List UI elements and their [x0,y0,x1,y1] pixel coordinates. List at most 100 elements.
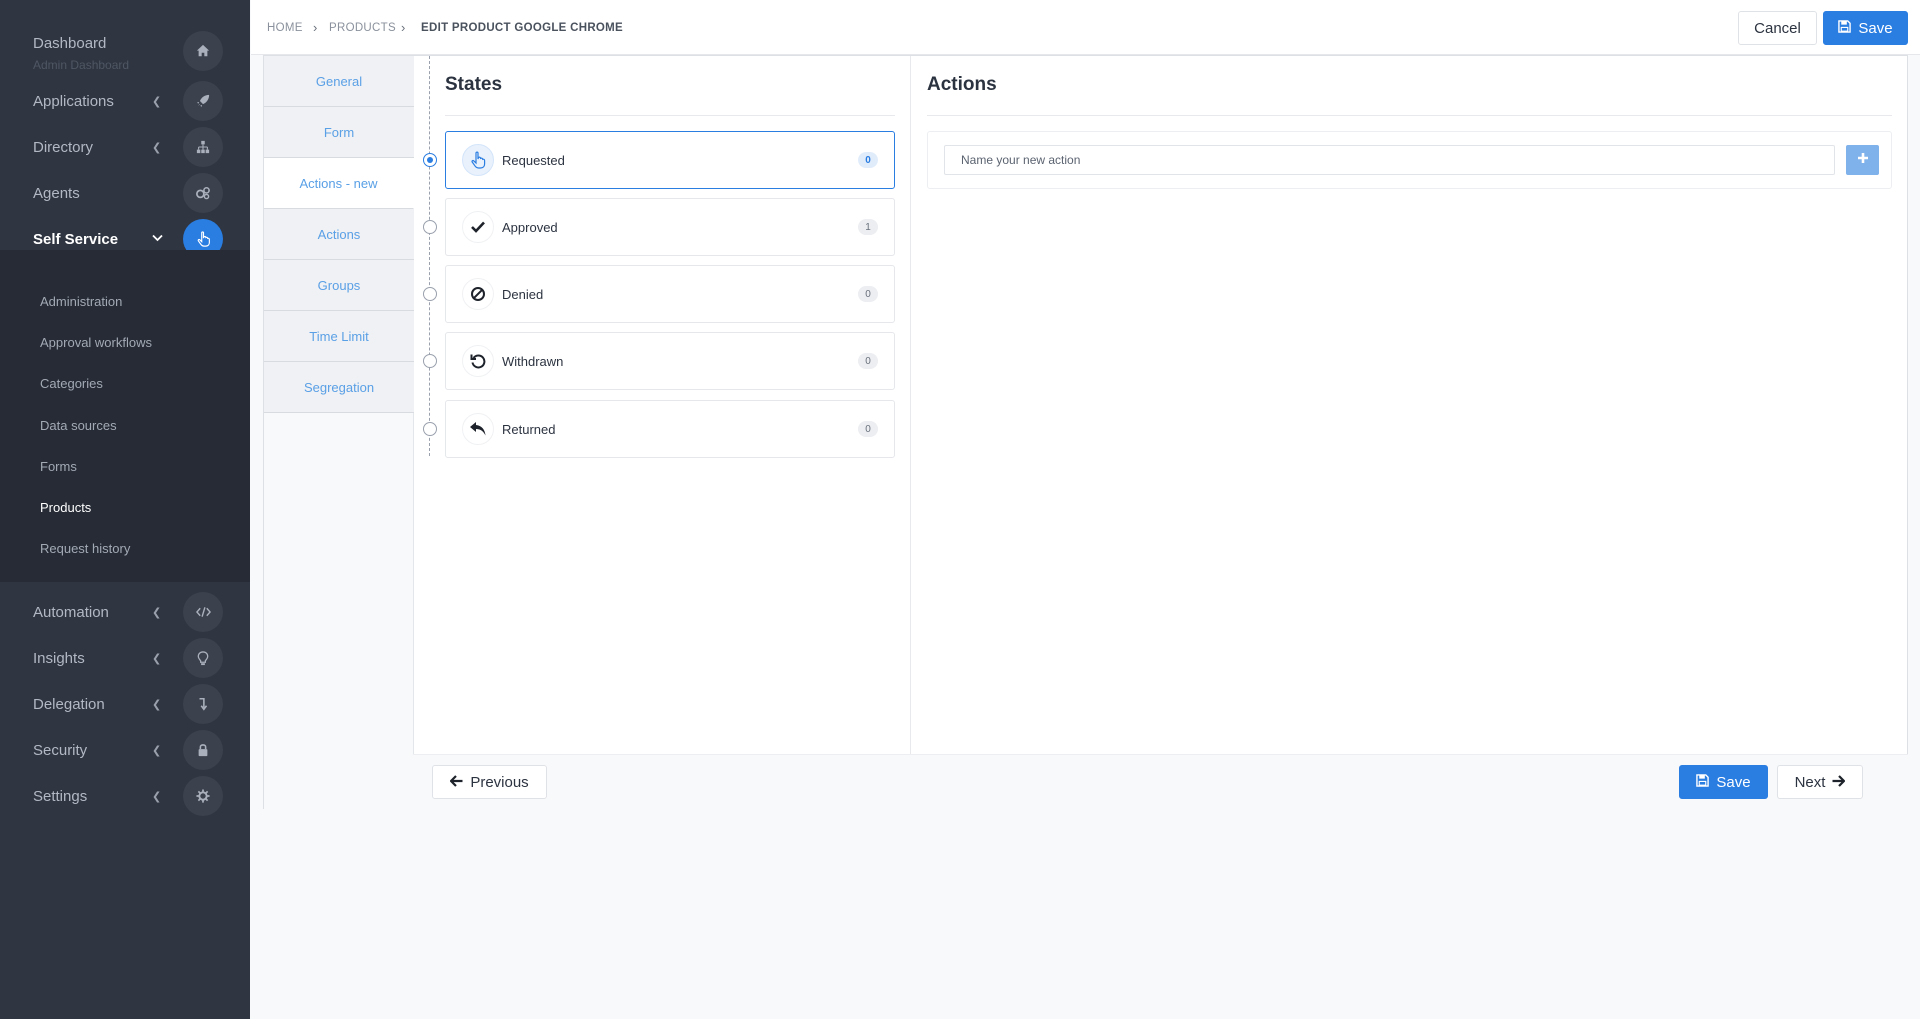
ban-icon [462,278,494,310]
states-panel: States Requested 0 Approved 1 Denied 0 W… [413,56,911,754]
footer-save-button[interactable]: Save [1679,765,1768,799]
arrow-left-icon [449,774,463,791]
cancel-button[interactable]: Cancel [1738,11,1817,45]
state-card-withdrawn[interactable]: Withdrawn 0 [445,332,895,390]
submenu-item-products[interactable]: Products [40,500,91,515]
submenu-item-approval-workflows[interactable]: Approval workflows [40,335,152,350]
tab-actions[interactable]: Actions [264,209,414,260]
new-action-row [927,131,1892,189]
sidebar-item-label: Insights [33,649,85,667]
chevron-left-icon: ❮ [152,652,162,665]
submenu-item-administration[interactable]: Administration [40,294,122,309]
sidebar-item-settings[interactable]: Settings ❮ [0,773,250,819]
top-bar: HOME › PRODUCTS › EDIT PRODUCT GOOGLE CH… [251,0,1920,55]
undo-icon [462,345,494,377]
chevron-left-icon: ❮ [152,141,162,154]
breadcrumb-separator-icon: › [313,20,318,35]
states-title: States [445,74,503,95]
state-radio-returned[interactable] [423,422,437,436]
cogs-icon [183,173,223,213]
sidebar-item-label: Applications [33,92,114,110]
actions-panel: Actions [911,56,1908,754]
state-count-badge: 1 [858,219,878,235]
state-label: Requested [502,153,565,168]
sidebar-item-agents[interactable]: Agents [0,170,250,216]
add-action-button[interactable] [1846,145,1879,175]
breadcrumb-home[interactable]: HOME [267,22,303,34]
chevron-left-icon: ❮ [152,744,162,757]
states-divider [445,115,895,116]
sidebar-item-label: Delegation [33,695,105,713]
chevron-left-icon: ❮ [152,606,162,619]
tab-time-limit[interactable]: Time Limit [264,311,414,362]
states-timeline [429,56,430,456]
tab-form[interactable]: Form [264,107,414,158]
state-count-badge: 0 [858,286,878,302]
state-radio-withdrawn[interactable] [423,354,437,368]
previous-button[interactable]: Previous [432,765,547,799]
code-icon [183,592,223,632]
wizard-footer: Previous Save Next [413,754,1908,809]
tab-label: Form [323,124,355,140]
save-button-label: Save [1858,19,1893,37]
check-icon [462,211,494,243]
previous-button-label: Previous [470,773,529,791]
sidebar-item-subtitle: Admin Dashboard [33,58,130,72]
state-card-denied[interactable]: Denied 0 [445,265,895,323]
next-button[interactable]: Next [1777,765,1863,799]
sidebar-item-label: Security [33,741,88,759]
submenu-item-request-history[interactable]: Request history [40,541,130,556]
state-card-returned[interactable]: Returned 0 [445,400,895,458]
sidebar-item-insights[interactable]: Insights ❮ [0,635,250,681]
save-icon [1838,19,1852,37]
state-label: Approved [502,220,558,235]
state-radio-approved[interactable] [423,220,437,234]
arrow-right-icon [1832,774,1846,791]
sidebar-item-directory[interactable]: Directory ❮ [0,124,250,170]
state-count-badge: 0 [858,421,878,437]
tab-actions-new[interactable]: Actions - new [264,158,414,209]
state-radio-denied[interactable] [423,287,437,301]
level-down-icon [183,684,223,724]
chevron-left-icon: ❮ [152,790,162,803]
sidebar-item-delegation[interactable]: Delegation ❮ [0,681,250,727]
state-card-requested[interactable]: Requested 0 [445,131,895,189]
sidebar-item-security[interactable]: Security ❮ [0,727,250,773]
actions-divider [927,115,1892,116]
save-button[interactable]: Save [1823,11,1908,45]
sidebar-item-label: Automation [33,603,109,621]
breadcrumb-current: EDIT PRODUCT GOOGLE CHROME [421,22,624,34]
sidebar-item-label: Self Service [33,230,119,248]
sidebar: Dashboard Admin Dashboard Applications ❮… [0,0,250,1019]
tab-general[interactable]: General [264,56,414,107]
breadcrumb-separator-icon: › [401,20,406,35]
breadcrumb-products[interactable]: PRODUCTS [329,22,396,34]
chevron-left-icon: ❮ [152,95,162,108]
state-label: Withdrawn [502,354,564,369]
lock-icon [183,730,223,770]
tab-label: Time Limit [309,328,369,344]
footer-save-button-label: Save [1716,773,1751,791]
plus-icon [1857,151,1869,169]
tab-label: General [315,73,363,89]
tab-label: Segregation [303,379,375,395]
sidebar-item-label: Directory [33,138,94,156]
home-icon [183,31,223,71]
tab-label: Actions - new [299,175,378,191]
submenu-item-forms[interactable]: Forms [40,459,77,474]
chevron-left-icon: ❮ [152,698,162,711]
submenu-item-categories[interactable]: Categories [40,376,103,391]
tab-segregation[interactable]: Segregation [264,362,414,413]
new-action-input[interactable] [944,145,1835,175]
state-card-approved[interactable]: Approved 1 [445,198,895,256]
sidebar-item-automation[interactable]: Automation ❮ [0,589,250,635]
tab-groups[interactable]: Groups [264,260,414,311]
sidebar-item-label: Settings [33,787,88,805]
submenu-item-data-sources[interactable]: Data sources [40,418,117,433]
tab-label: Actions [317,226,361,242]
state-radio-requested[interactable] [423,153,437,167]
sitemap-icon [183,127,223,167]
hand-pointer-icon [462,144,494,176]
sidebar-item-applications[interactable]: Applications ❮ [0,78,250,124]
state-count-badge: 0 [858,353,878,369]
